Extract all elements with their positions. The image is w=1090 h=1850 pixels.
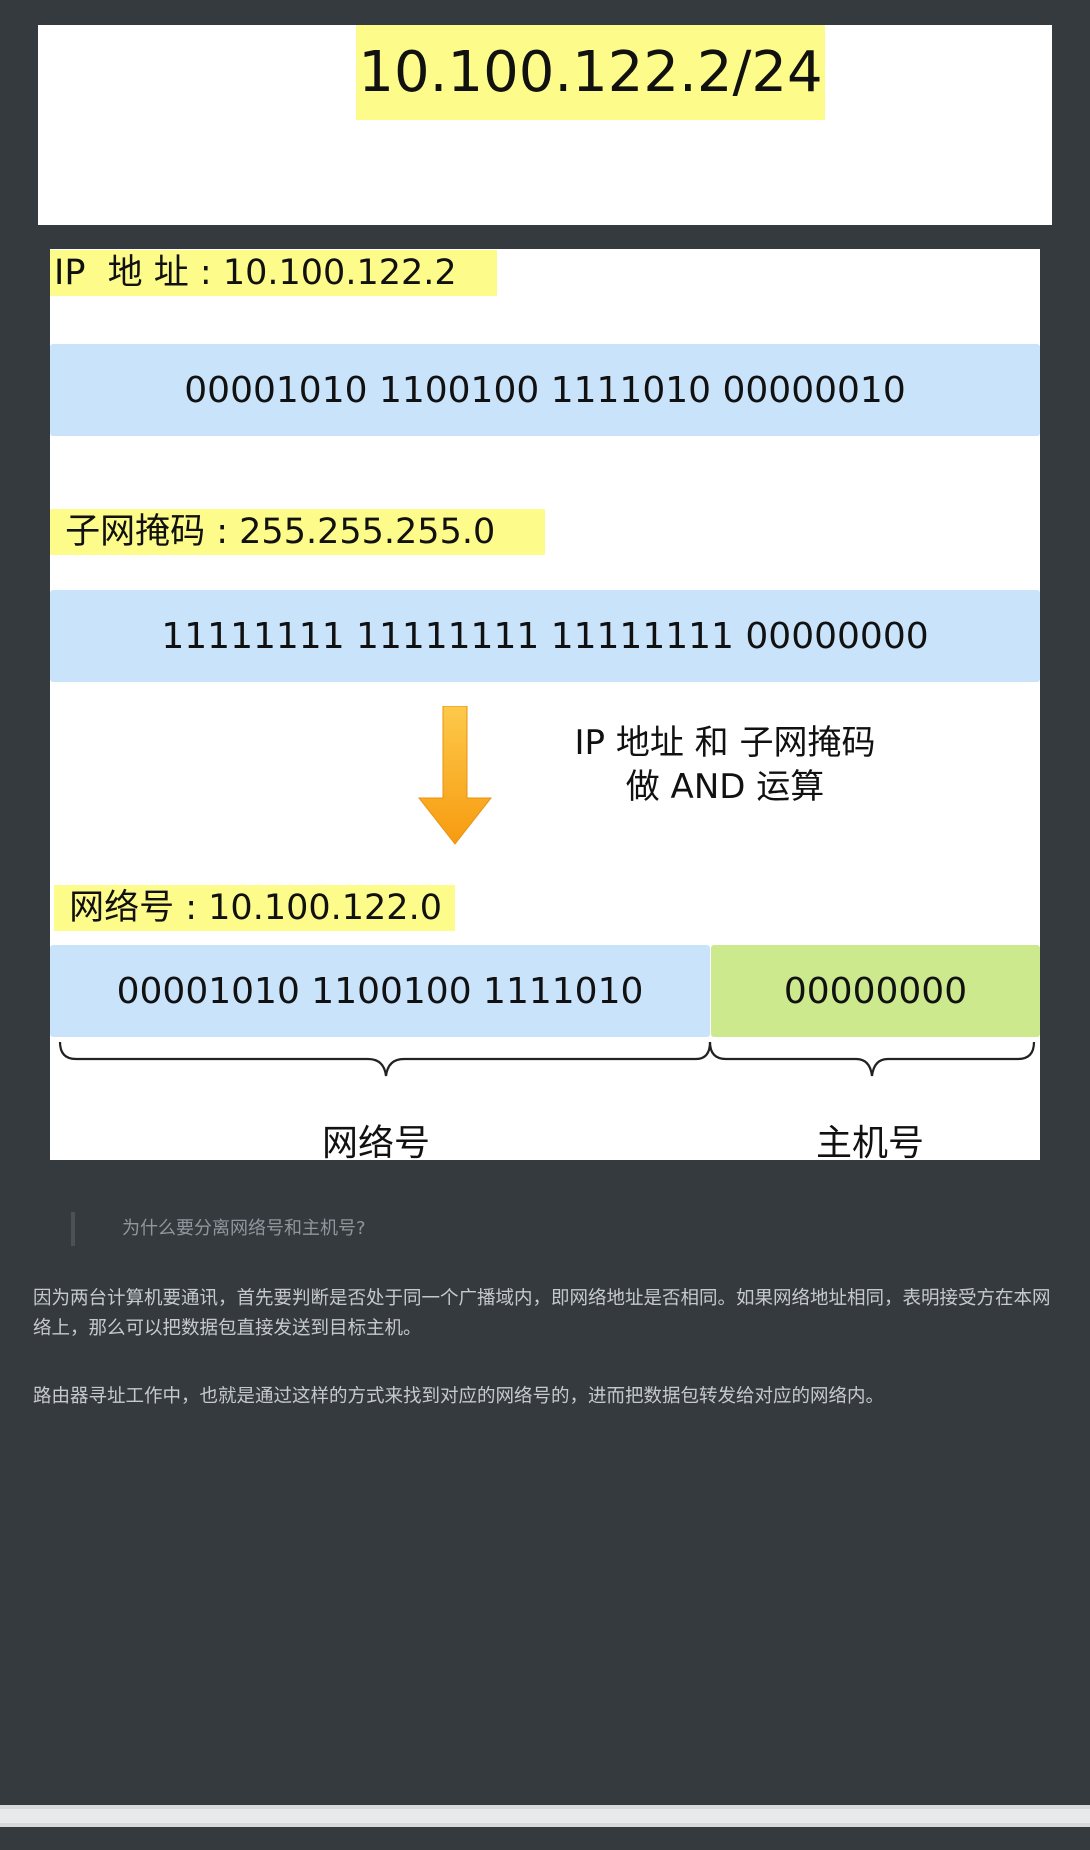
curly-brace-icon: [58, 1041, 1036, 1077]
cidr-label: 10.100.122.2/24: [356, 25, 825, 120]
network-part-label: 网络号: [322, 1123, 431, 1160]
subnet-diagram: IP 地 址 : 10.100.122.2 00001010 1100100 1…: [50, 249, 1040, 1160]
and-note-line2: 做 AND 运算: [625, 767, 825, 807]
ip-address-label: IP 地 址 : 10.100.122.2: [50, 250, 497, 296]
paragraph-router-addressing: 路由器寻址工作中，也就是通过这样的方式来找到对应的网络号的，进而把数据包转发给对…: [33, 1386, 885, 1407]
cidr-figure: 10.100.122.2/24: [38, 25, 1052, 225]
and-operation-note: IP 地址 和 子网掩码 做 AND 运算: [505, 721, 945, 809]
paragraph-broadcast-domain: 因为两台计算机要通讯，首先要判断是否处于同一个广播域内，即网络地址是否相同。如果…: [33, 1288, 1051, 1339]
blockquote: 为什么要分离网络号和主机号?: [71, 1212, 366, 1246]
network-binary-band: 00001010 1100100 1111010: [50, 945, 710, 1037]
horizontal-scrollbar[interactable]: [0, 1805, 1090, 1827]
and-note-line1: IP 地址 和 子网掩码: [574, 723, 876, 763]
ip-binary-band: 00001010 1100100 1111010 00000010: [50, 344, 1040, 436]
host-part-label: 主机号: [816, 1123, 925, 1160]
down-arrow-icon: [417, 706, 493, 845]
scrollbar-thumb[interactable]: [0, 1809, 1090, 1823]
mask-binary-band: 11111111 11111111 11111111 00000000: [50, 590, 1040, 682]
subnet-mask-label: 子网掩码 : 255.255.255.0: [50, 509, 545, 555]
network-number-label: 网络号 : 10.100.122.0: [54, 885, 455, 931]
host-binary-band: 00000000: [711, 945, 1040, 1037]
